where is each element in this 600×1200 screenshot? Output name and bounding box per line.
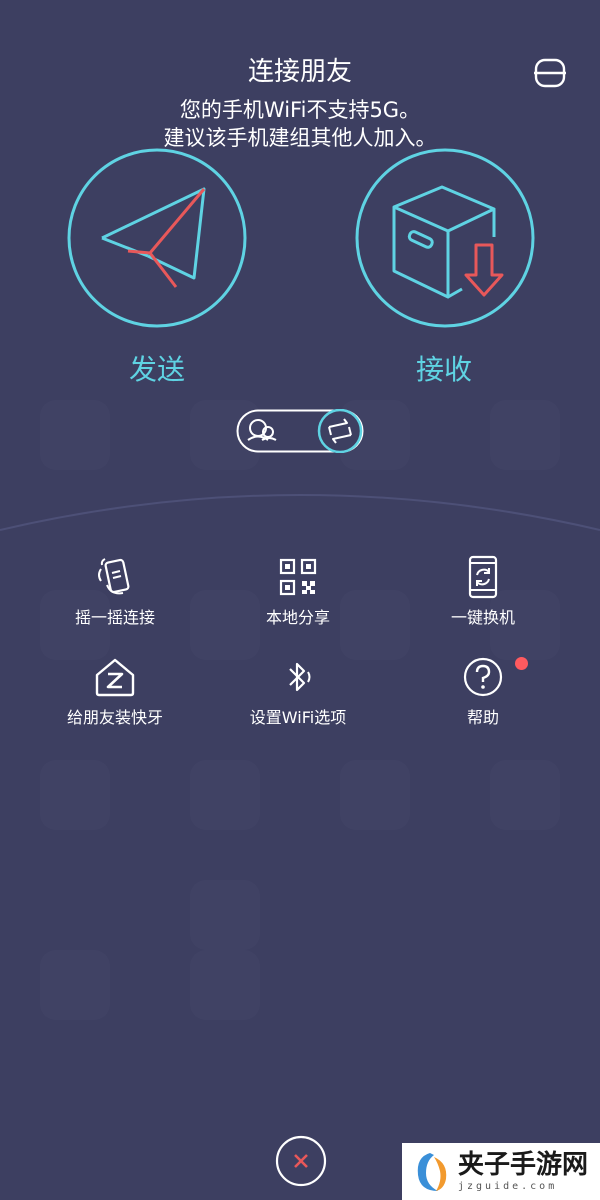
tool-install-for-friend[interactable]: 给朋友装快牙 (30, 655, 200, 729)
tool-label: 本地分享 (265, 608, 330, 627)
help-icon (463, 657, 503, 697)
paper-plane-icon (101, 187, 206, 288)
tool-label: 设置WiFi选项 (249, 708, 347, 727)
phone-sync-icon (468, 555, 498, 599)
bluetooth-icon (289, 662, 311, 692)
tool-wifi-settings[interactable]: 设置WiFi选项 (213, 655, 383, 729)
site-logo-icon (417, 1152, 447, 1191)
receive-label[interactable]: 接收 (344, 350, 544, 390)
mode-toggle[interactable] (236, 409, 364, 453)
watermark-title: 夹子手游网 (458, 1149, 589, 1180)
section-divider (0, 494, 600, 531)
tool-local-share[interactable]: 本地分享 (213, 555, 383, 629)
tool-shake-connect[interactable]: 摇一摇连接 (30, 555, 200, 629)
notice-line-1: 您的手机WiFi不支持5G。 (179, 98, 421, 122)
receive-button[interactable] (354, 147, 536, 329)
tool-label: 给朋友装快牙 (66, 708, 163, 727)
tool-one-key-switch[interactable]: 一键换机 (398, 555, 568, 629)
site-watermark: 夹子手游网 jzguide.com (402, 1143, 600, 1200)
box-download-icon (392, 185, 504, 299)
people-icon (247, 419, 277, 441)
tool-label: 一键换机 (450, 608, 515, 627)
tool-label: 摇一摇连接 (74, 608, 155, 627)
help-badge-dot (515, 657, 528, 670)
page-title: 连接朋友 (247, 57, 352, 87)
tool-help[interactable]: 帮助 (398, 655, 568, 729)
tool-label: 帮助 (466, 708, 499, 727)
watermark-subtitle: jzguide.com (458, 1180, 558, 1192)
shake-phone-icon (98, 558, 130, 595)
connect-friend-screen: 连接朋友 您的手机WiFi不支持5G。 建议该手机建组其他人加入。 发送 接收 … (0, 0, 600, 1200)
close-button[interactable] (275, 1135, 327, 1187)
house-z-icon (95, 658, 135, 697)
close-icon (294, 1154, 308, 1168)
qr-code-icon (279, 558, 317, 596)
wifi-notice: 您的手机WiFi不支持5G。 建议该手机建组其他人加入。 (0, 96, 600, 152)
send-label[interactable]: 发送 (57, 350, 257, 390)
send-button[interactable] (66, 147, 248, 329)
